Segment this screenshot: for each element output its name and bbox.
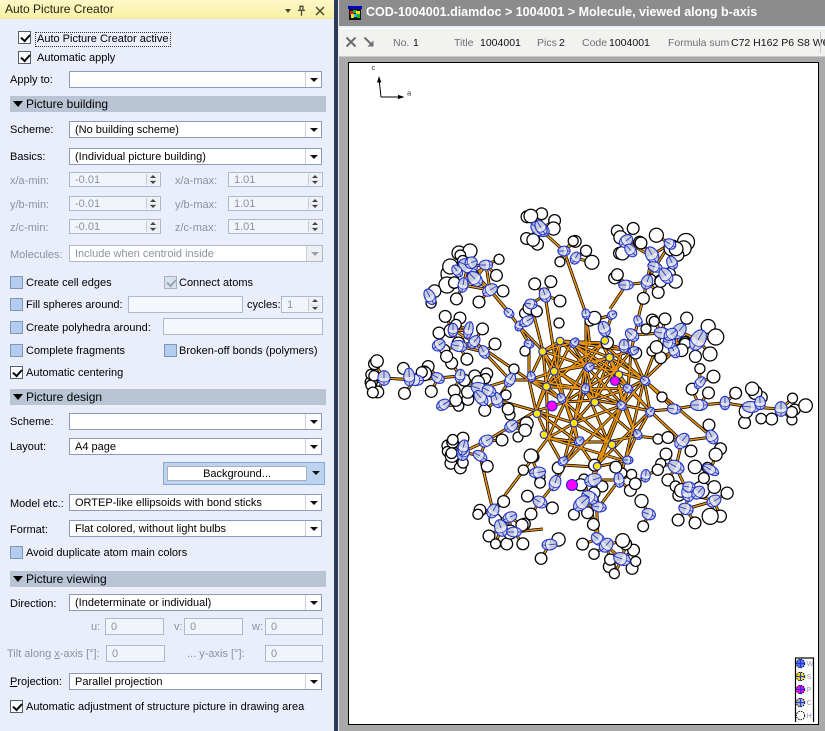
svg-text:c: c: [372, 63, 376, 72]
svg-text:C: C: [807, 700, 812, 707]
svg-text:W: W: [807, 661, 814, 668]
svg-text:S: S: [807, 674, 812, 681]
svg-text:H: H: [807, 713, 812, 720]
svg-text:P: P: [807, 687, 812, 694]
svg-text:a: a: [407, 89, 412, 98]
